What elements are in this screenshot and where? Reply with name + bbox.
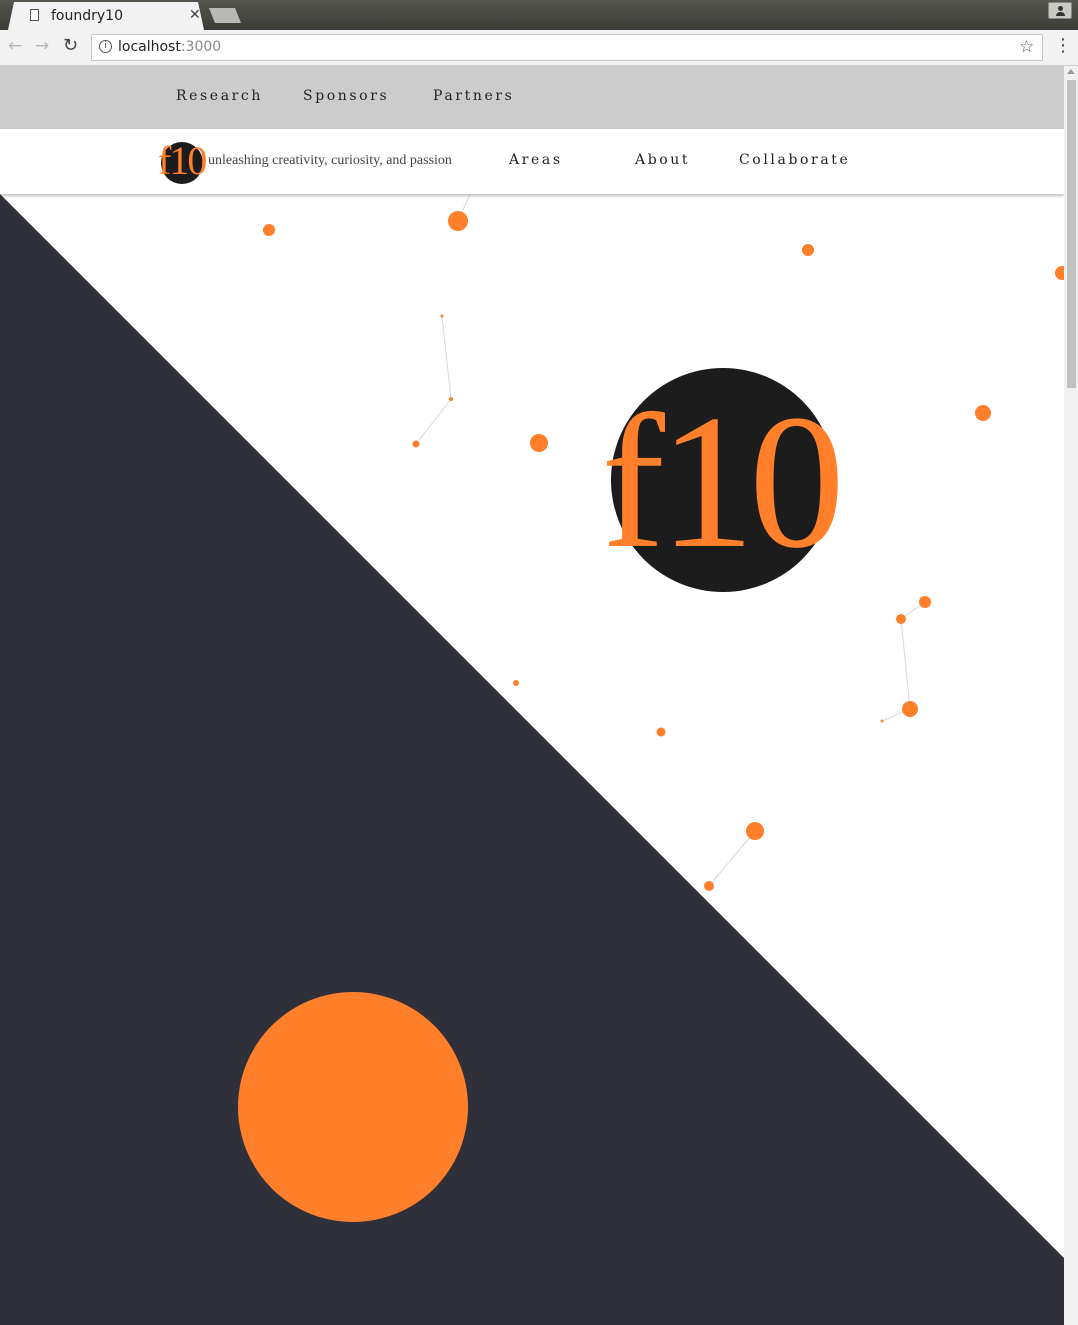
scrollbar-thumb[interactable] [1067, 80, 1076, 388]
nav-about[interactable]: About [635, 152, 690, 168]
page-icon [30, 9, 39, 21]
profile-icon[interactable] [1048, 2, 1072, 19]
network-dot [440, 314, 444, 318]
hero-logo-text: f10 [601, 375, 839, 588]
url-text: localhost:3000 [118, 39, 221, 55]
scroll-up-arrow-icon[interactable] [1067, 69, 1075, 74]
network-dot [449, 397, 453, 401]
url-port: :3000 [180, 39, 222, 55]
hero-background: f10 [0, 193, 1064, 1325]
nav-sponsors[interactable]: Sponsors [303, 88, 389, 104]
nav-partners[interactable]: Partners [433, 88, 514, 104]
browser-toolbar: ← → ↻ i localhost:3000 ☆ ⋮ [0, 30, 1078, 66]
nav-collaborate[interactable]: Collaborate [739, 152, 850, 168]
dark-diagonal-shape [0, 194, 1064, 1325]
network-dot [1055, 266, 1064, 280]
info-icon[interactable]: i [99, 40, 112, 53]
page-viewport: f10 Research Sponsors Partners f10 unlea… [0, 66, 1064, 1325]
network-dot [896, 614, 906, 624]
back-arrow-icon[interactable]: ← [8, 37, 22, 55]
tab-title: foundry10 [51, 8, 123, 24]
close-tab-icon[interactable]: ✕ [189, 7, 201, 23]
network-dot [919, 596, 931, 608]
network-dot [513, 680, 519, 686]
network-dot [802, 244, 814, 256]
network-dot [530, 434, 548, 452]
site-logo-text[interactable]: f10 [158, 140, 207, 182]
forward-arrow-icon[interactable]: → [35, 37, 49, 55]
reload-icon[interactable]: ↻ [63, 37, 78, 55]
network-line [415, 398, 452, 445]
network-dot [880, 719, 884, 723]
network-line [441, 315, 452, 400]
network-dot [448, 211, 468, 231]
browser-titlebar: foundry10 ✕ [0, 0, 1078, 30]
new-tab-button[interactable] [209, 8, 241, 23]
network-line [900, 618, 911, 710]
main-nav: f10 unleashing creativity, curiosity, an… [0, 129, 1064, 194]
page-scrollbar[interactable] [1064, 66, 1078, 1325]
address-bar[interactable]: i localhost:3000 ☆ [91, 34, 1043, 61]
network-dot [746, 822, 764, 840]
browser-menu-icon[interactable]: ⋮ [1054, 37, 1072, 55]
bookmark-star-icon[interactable]: ☆ [1019, 37, 1034, 57]
network-dot [975, 405, 991, 421]
network-line [708, 830, 756, 887]
site-tagline: unleashing creativity, curiosity, and pa… [208, 153, 452, 168]
url-host: localhost [118, 39, 181, 55]
network-dot [412, 440, 420, 448]
top-nav: Research Sponsors Partners [0, 66, 1064, 129]
nav-areas[interactable]: Areas [509, 152, 563, 168]
large-orange-circle [238, 992, 468, 1222]
network-dot [704, 881, 714, 891]
nav-research[interactable]: Research [176, 88, 263, 104]
network-dot [263, 224, 275, 236]
browser-tab[interactable]: foundry10 ✕ [8, 2, 204, 30]
network-dot [902, 701, 918, 717]
network-dot [656, 727, 666, 737]
